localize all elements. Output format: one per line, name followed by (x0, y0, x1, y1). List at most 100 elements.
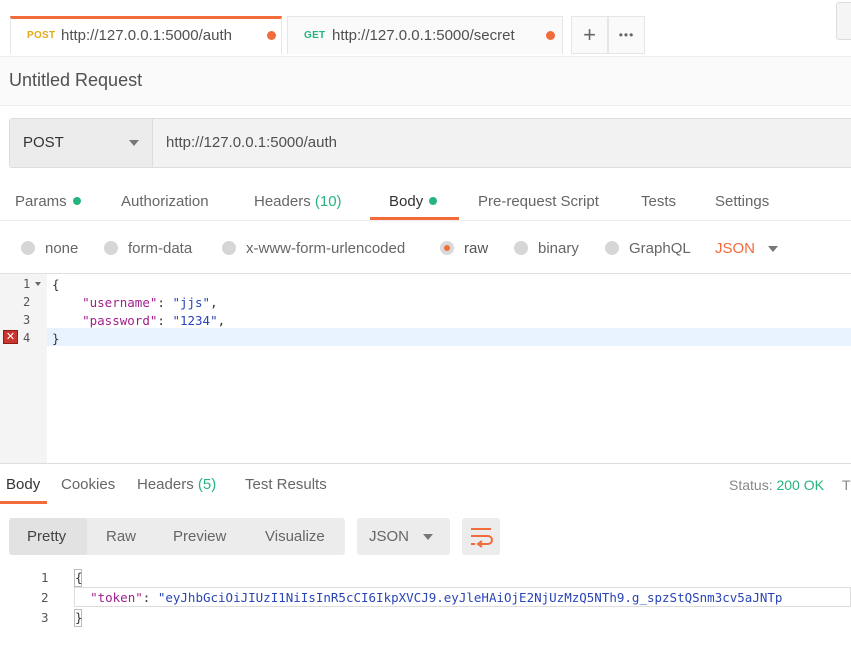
body-editor[interactable]: 1 2 3 4 ✕ { "username": "jjs", "password… (0, 273, 851, 464)
code-text: } (75, 610, 83, 625)
json-key: "password" (82, 313, 158, 328)
response-tab-cookies[interactable]: Cookies (61, 476, 115, 493)
line-number: 2 (41, 590, 49, 605)
json-key: "username" (82, 295, 158, 310)
response-view-toggle: Pretty Raw Preview Visualize (9, 518, 345, 555)
pretty-button[interactable]: Pretty (27, 528, 66, 545)
divider (0, 220, 851, 221)
preview-button[interactable]: Preview (173, 528, 226, 545)
radio-label: binary (538, 240, 579, 257)
code-line: } (52, 331, 60, 346)
radio-label: form-data (128, 240, 193, 257)
headers-count: (5) (197, 476, 217, 493)
error-icon[interactable]: ✕ (3, 330, 18, 344)
url-input[interactable]: http://127.0.0.1:5000/auth (166, 134, 337, 151)
code-text: : (142, 590, 158, 605)
radio-none[interactable]: none (21, 240, 78, 257)
radio-selected-icon (440, 241, 454, 255)
tab-label: Settings (715, 193, 770, 210)
code-line: "token": "eyJhbGciOiJIUzI1NiIsInR5cCI6Ik… (75, 590, 782, 605)
method-label: POST (27, 30, 56, 41)
code-text: , (210, 295, 218, 310)
active-line-highlight (47, 328, 851, 346)
visualize-button[interactable]: Visualize (265, 528, 325, 545)
request-title[interactable]: Untitled Request (9, 70, 142, 91)
tab-label: Tests (641, 193, 677, 210)
code-line: "username": "jjs", (52, 295, 218, 310)
response-tab-headers[interactable]: Headers (5) (137, 476, 216, 493)
method-dropdown[interactable]: POST (10, 119, 153, 167)
line-number: 1 (41, 570, 49, 585)
code-line: { (75, 570, 83, 585)
radio-binary[interactable]: binary (514, 240, 579, 257)
code-line: { (52, 277, 60, 292)
method-label: GET (304, 30, 326, 41)
radio-urlencoded[interactable]: x-www-form-urlencoded (222, 240, 405, 257)
chevron-down-icon (129, 140, 139, 146)
tab-tests[interactable]: Tests (641, 193, 676, 210)
line-number: 3 (41, 610, 49, 625)
add-tab-button[interactable]: + (571, 16, 608, 54)
tab-label: Authorization (121, 193, 209, 210)
radio-circle-icon (605, 241, 619, 255)
response-status: Status: 200 OK T (729, 477, 851, 493)
tab-label: Headers (137, 476, 194, 493)
json-key: "token" (90, 590, 143, 605)
response-tab-body[interactable]: Body (6, 476, 40, 493)
json-value: "1234" (172, 313, 218, 328)
indicator-dot-icon (429, 197, 438, 205)
json-value: "eyJhbGciOiJIUzI1NiIsInR5cCI6IkpXVCJ9.ey… (157, 590, 783, 605)
plus-icon: + (583, 22, 596, 47)
tab-bar: POST http://127.0.0.1:5000/auth GET http… (0, 0, 851, 56)
more-tabs-button[interactable]: ••• (608, 16, 645, 54)
radio-graphql[interactable]: GraphQL (605, 240, 691, 257)
response-tab-test-results[interactable]: Test Results (245, 476, 327, 493)
code-line: "password": "1234", (52, 313, 225, 328)
radio-circle-icon (222, 241, 236, 255)
format-value: JSON (715, 240, 756, 257)
wrap-lines-button[interactable] (462, 518, 500, 555)
line-number: 1 (23, 277, 31, 291)
code-text: : (157, 313, 173, 328)
truncated-label: T (841, 477, 851, 493)
radio-circle-icon (104, 241, 118, 255)
radio-raw[interactable]: raw (440, 240, 488, 257)
body-format-dropdown[interactable]: JSON (715, 240, 755, 257)
tab-label: Headers (254, 193, 311, 210)
unsaved-dot-icon (267, 31, 276, 40)
line-number: 3 (23, 313, 31, 327)
headers-count: (10) (314, 193, 342, 210)
code-text: , (217, 313, 226, 328)
tab-body[interactable]: Body (389, 193, 438, 210)
tab-params[interactable]: Params (15, 193, 81, 210)
request-tab-get-secret[interactable]: GET http://127.0.0.1:5000/secret (287, 16, 563, 54)
fold-arrow-icon[interactable] (35, 282, 41, 286)
request-title-bar: Untitled Request (0, 56, 851, 106)
radio-form-data[interactable]: form-data (104, 240, 192, 257)
status-badge: 200 OK (776, 477, 824, 493)
more-icon: ••• (618, 28, 635, 42)
radio-label: none (45, 240, 79, 257)
code-text: : (157, 295, 173, 310)
tab-pre-request-script[interactable]: Pre-request Script (478, 193, 599, 210)
code-text: } (52, 331, 60, 346)
url-bar: POST http://127.0.0.1:5000/auth (9, 118, 851, 168)
unsaved-dot-icon (546, 31, 555, 40)
tab-settings[interactable]: Settings (715, 193, 769, 210)
indicator-dot-icon (72, 197, 81, 205)
raw-button[interactable]: Raw (106, 528, 136, 545)
environment-selector[interactable] (836, 2, 851, 40)
request-tab-post-auth[interactable]: POST http://127.0.0.1:5000/auth (10, 16, 282, 54)
response-tabs: Body Cookies Headers (5) Test Results St… (0, 463, 851, 504)
response-body[interactable]: 1 2 3 { "token": "eyJhbGciOiJIUzI1NiIsIn… (0, 565, 851, 635)
format-value: JSON (369, 528, 410, 545)
radio-circle-icon (21, 241, 35, 255)
tab-authorization[interactable]: Authorization (121, 193, 209, 210)
tab-label: Params (15, 193, 67, 210)
tab-label: Body (389, 193, 424, 210)
response-format-dropdown[interactable]: JSON (357, 518, 450, 555)
radio-circle-icon (514, 241, 528, 255)
radio-label: raw (464, 240, 489, 257)
active-tab-indicator (0, 501, 47, 504)
tab-headers[interactable]: Headers (10) (254, 193, 342, 210)
